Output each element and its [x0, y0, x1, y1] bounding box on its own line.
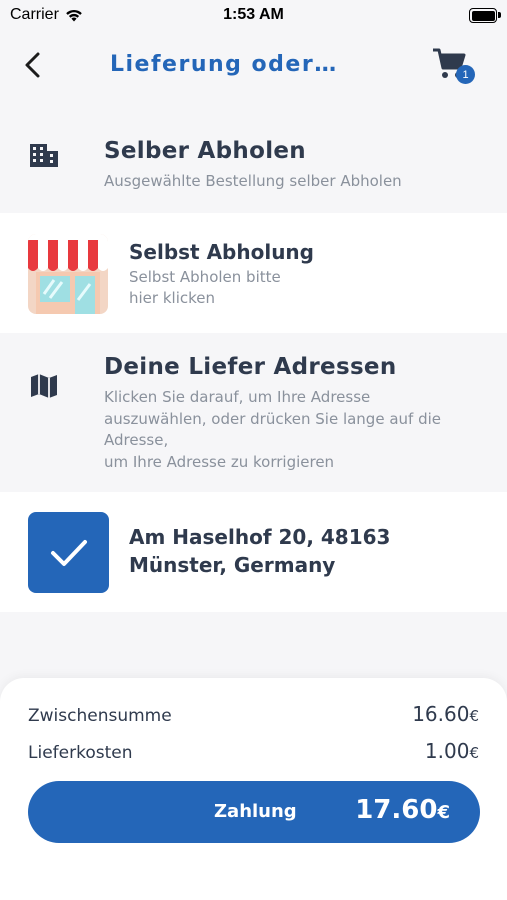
- order-summary-sheet: Zwischensumme 16.60€ Lieferkosten 1.00€ …: [0, 678, 507, 900]
- chevron-left-icon: [25, 52, 40, 78]
- cart-count-badge: 1: [456, 65, 475, 84]
- currency-symbol: €: [437, 802, 450, 823]
- payment-total: 17.60€: [355, 795, 450, 825]
- pickup-section-header: Selber Abholen Ausgewählte Bestellung se…: [0, 120, 507, 212]
- pickup-section-title: Selber Abholen: [104, 138, 306, 164]
- pickup-option-subtitle: Selbst Abholen bitte hier klicken: [129, 268, 281, 307]
- back-button[interactable]: [16, 48, 50, 82]
- address-text: Am Haselhof 20, 48163 Münster, Germany: [129, 525, 391, 577]
- address-section-header: Deine Liefer Adressen Klicken Sie darauf…: [0, 334, 507, 491]
- status-time: 1:53 AM: [223, 6, 284, 23]
- currency-symbol: €: [469, 707, 479, 725]
- delivery-cost-row: Lieferkosten 1.00€: [28, 739, 479, 763]
- status-bar: Carrier 1:53 AM: [0, 0, 507, 32]
- delivery-cost-value: 1.00€: [424, 739, 479, 763]
- delivery-cost-label: Lieferkosten: [28, 743, 133, 763]
- address-section-subtitle: Klicken Sie darauf, um Ihre Adresse ausz…: [104, 388, 441, 471]
- checkmark-icon: [50, 539, 87, 566]
- map-icon: [28, 370, 60, 402]
- page-title: Lieferung oder …: [110, 52, 340, 77]
- address-option-card[interactable]: Am Haselhof 20, 48163 Münster, Germany: [0, 492, 507, 612]
- building-icon: [28, 139, 60, 171]
- address-selected-checkbox[interactable]: [28, 512, 109, 593]
- cart-button[interactable]: 1: [431, 46, 475, 86]
- navigation-bar: Lieferung oder … 1: [0, 32, 507, 102]
- currency-symbol: €: [469, 744, 479, 762]
- battery-icon: [469, 8, 501, 23]
- payment-button-label: Zahlung: [214, 801, 297, 822]
- pickup-option-card[interactable]: Selbst Abholung Selbst Abholen bitte hie…: [0, 213, 507, 333]
- subtotal-label: Zwischensumme: [28, 706, 172, 726]
- payment-button[interactable]: Zahlung 17.60€: [28, 781, 480, 843]
- subtotal-row: Zwischensumme 16.60€: [28, 702, 479, 726]
- subtotal-value: 16.60€: [412, 702, 479, 726]
- pickup-option-title: Selbst Abholung: [129, 240, 314, 264]
- address-section-title: Deine Liefer Adressen: [104, 354, 397, 380]
- pickup-section-subtitle: Ausgewählte Bestellung selber Abholen: [104, 172, 402, 190]
- store-icon: [28, 234, 108, 314]
